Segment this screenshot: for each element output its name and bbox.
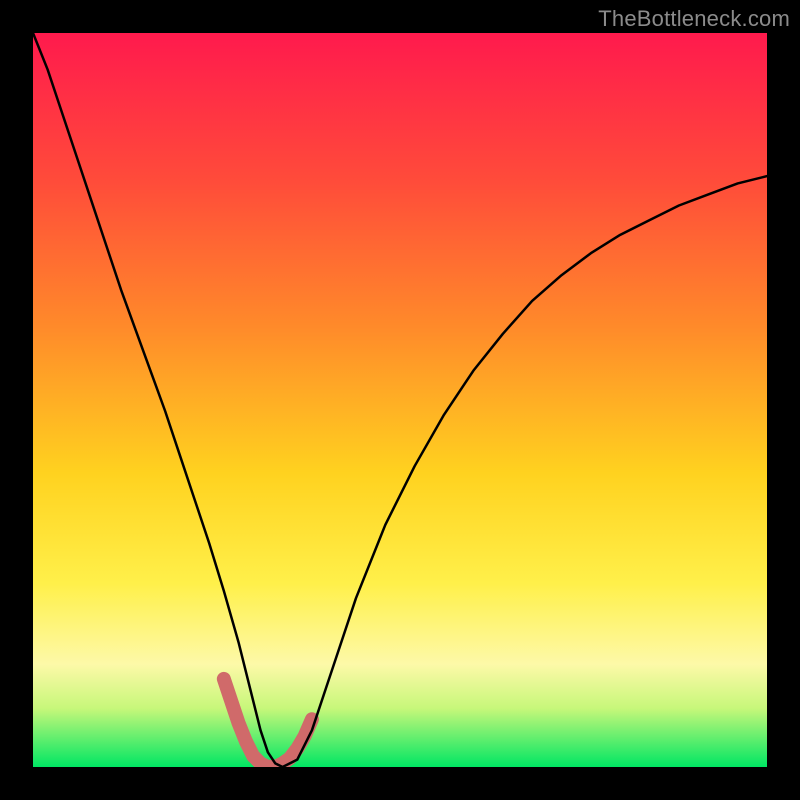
bottleneck-curve [33, 33, 767, 767]
watermark-text: TheBottleneck.com [598, 6, 790, 32]
plot-area [33, 33, 767, 767]
chart-frame: TheBottleneck.com [0, 0, 800, 800]
curve-layer [33, 33, 767, 767]
